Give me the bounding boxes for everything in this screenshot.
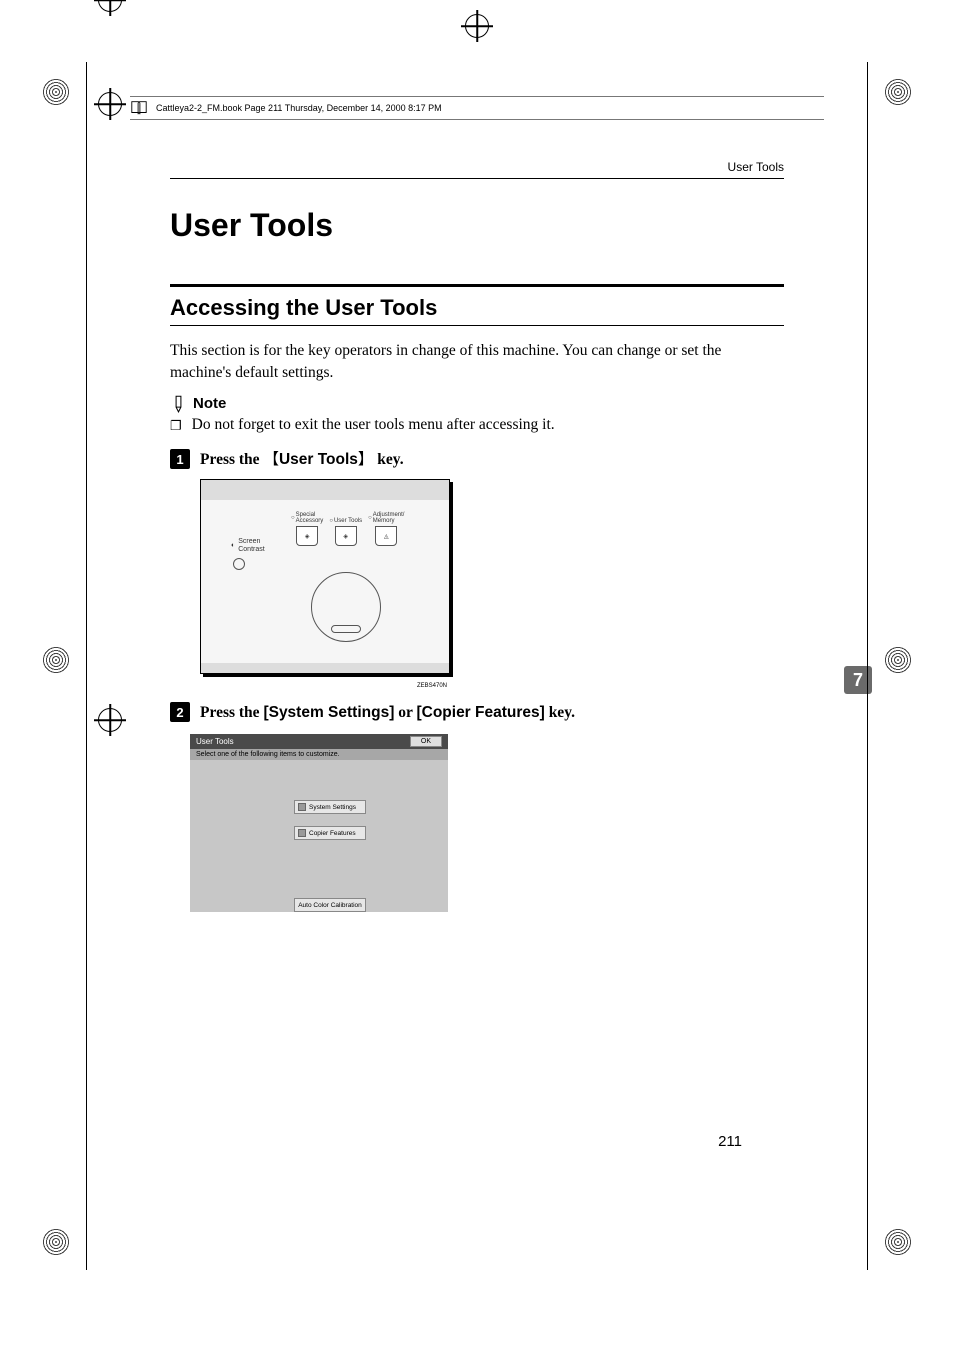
ok-button: OK: [410, 736, 442, 747]
copier-features-button: Copier Features: [294, 826, 366, 840]
control-panel-figure: ○SpecialAccessory ◈ ○User Tools ◈ ○Adjus…: [200, 479, 450, 674]
page-title: User Tools: [170, 207, 784, 244]
contrast-dial-icon: [233, 558, 245, 570]
user-tools-key-icon: ◈: [335, 526, 357, 546]
page-number: 211: [718, 1133, 742, 1150]
crop-circle-icon: [884, 646, 912, 674]
contrast-icon: ◐: [231, 542, 235, 550]
slot-icon: [331, 625, 361, 633]
settings-icon: [298, 803, 306, 811]
special-accessory-key-icon: ◈: [296, 526, 318, 546]
crop-circle-icon: [884, 78, 912, 106]
running-head: Cattleya2-2_FM.book Page 211 Thursday, D…: [130, 96, 824, 120]
registration-mark-icon: [465, 14, 489, 38]
crop-circle-icon: [42, 646, 70, 674]
intro-paragraph: This section is for the key operators in…: [170, 340, 784, 385]
screenshot-title: User Tools: [196, 737, 234, 746]
square-bullet-icon: ❐: [170, 416, 182, 437]
copier-icon: [298, 829, 306, 837]
step-number-1: 1: [170, 449, 190, 469]
registration-mark-icon: [98, 0, 122, 12]
subsection-heading: Accessing the User Tools: [170, 295, 784, 321]
running-head-text: Cattleya2-2_FM.book Page 211 Thursday, D…: [156, 103, 442, 113]
note-label: Note: [193, 395, 226, 412]
step-1-text: Press the 【User Tools】 key.: [200, 447, 404, 469]
crop-circle-icon: [884, 1228, 912, 1256]
auto-color-calibration-button: Auto Color Calibration: [294, 898, 366, 912]
user-tools-screenshot: User Tools OK Select one of the followin…: [190, 734, 448, 912]
adjustment-memory-key-icon: ◬: [375, 526, 397, 546]
header-right: User Tools: [170, 160, 784, 174]
step-2-text: Press the [System Settings] or [Copier F…: [200, 704, 575, 722]
step-number-2: 2: [170, 702, 190, 722]
figure-id: ZEBS470N: [417, 683, 447, 689]
crop-circle-icon: [42, 1228, 70, 1256]
book-icon: [130, 99, 148, 117]
system-settings-button: System Settings: [294, 800, 366, 814]
registration-mark-icon: [98, 92, 122, 116]
note-body: Do not forget to exit the user tools men…: [192, 416, 555, 437]
screenshot-subtitle: Select one of the following items to cus…: [190, 749, 448, 760]
crop-circle-icon: [42, 78, 70, 106]
pencil-icon: [170, 395, 187, 412]
registration-mark-icon: [98, 708, 122, 732]
